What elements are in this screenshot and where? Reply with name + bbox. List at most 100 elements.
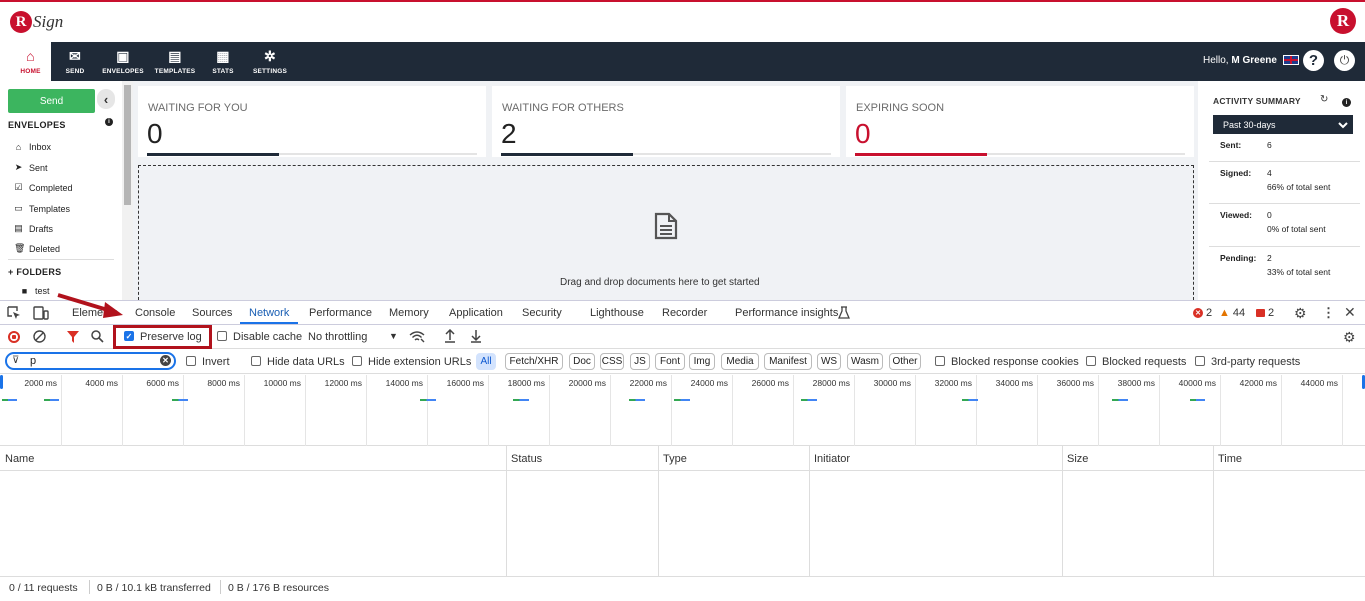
filter-chip-media[interactable]: Media xyxy=(721,353,759,370)
clear-filter-icon[interactable]: ✕ xyxy=(160,355,171,366)
timeline-left-handle[interactable] xyxy=(0,375,3,389)
nav-item-home[interactable]: ⌂ HOME xyxy=(10,42,51,81)
filter-chip-img[interactable]: Img xyxy=(689,353,715,370)
chevron-down-icon[interactable]: ▼ xyxy=(389,331,398,341)
nav-item-envelopes[interactable]: ▣ ENVELOPES xyxy=(100,42,146,81)
chevron-down-icon xyxy=(1338,121,1348,128)
active-tab-indicator xyxy=(240,322,298,324)
search-icon[interactable] xyxy=(91,330,104,343)
column-header-size[interactable]: Size xyxy=(1067,453,1088,465)
activity-row: Sent: 6 xyxy=(1209,134,1360,162)
timeline-tick-label: 20000 ms xyxy=(568,378,606,388)
filter-chip-all[interactable]: All xyxy=(476,353,496,370)
sidebar-item-drafts[interactable]: ▤ Drafts xyxy=(14,223,53,234)
tab-recorder[interactable]: Recorder xyxy=(662,307,707,319)
filter-chip-css[interactable]: CSS xyxy=(600,353,624,370)
error-count[interactable]: ✕ 2 xyxy=(1193,307,1212,319)
tab-application[interactable]: Application xyxy=(449,307,503,319)
logout-icon[interactable]: ⏻ xyxy=(1334,50,1355,71)
blocked-cookies-checkbox[interactable] xyxy=(935,356,945,366)
third-party-checkbox[interactable] xyxy=(1195,356,1205,366)
network-settings-gear-icon[interactable]: ⚙ xyxy=(1343,329,1356,346)
network-conditions-icon[interactable] xyxy=(409,330,425,343)
filter-input-value[interactable]: p xyxy=(30,355,36,367)
sidebar-item-inbox[interactable]: ⌂ Inbox xyxy=(14,142,51,152)
tab-performance[interactable]: Performance xyxy=(309,307,372,319)
device-toolbar-icon[interactable] xyxy=(33,306,49,320)
filter-chip-doc[interactable]: Doc xyxy=(569,353,595,370)
nav-item-settings[interactable]: ✲ SETTINGS xyxy=(250,42,290,81)
uk-flag-icon[interactable] xyxy=(1283,55,1299,65)
hide-data-urls-checkbox[interactable] xyxy=(251,356,261,366)
tab-sources[interactable]: Sources xyxy=(192,307,232,319)
tab-security[interactable]: Security xyxy=(522,307,562,319)
column-header-type[interactable]: Type xyxy=(663,453,687,465)
filter-icon[interactable] xyxy=(67,331,79,343)
tab-memory[interactable]: Memory xyxy=(389,307,429,319)
more-options-icon[interactable]: ⋮ xyxy=(1322,305,1335,321)
blocked-requests-checkbox[interactable] xyxy=(1086,356,1096,366)
folders-heading[interactable]: + FOLDERS xyxy=(8,267,61,277)
disable-cache-checkbox[interactable] xyxy=(217,331,227,341)
sidebar-item-icon: ▭ xyxy=(14,203,23,213)
folder-item-test[interactable]: ■ test xyxy=(20,286,50,296)
rsign-logo[interactable]: R Sign xyxy=(10,5,63,39)
stat-card-title: EXPIRING SOON xyxy=(856,102,945,114)
record-stop-icon[interactable] xyxy=(8,331,20,343)
scrollbar-thumb[interactable] xyxy=(124,85,131,205)
inspect-element-icon[interactable] xyxy=(7,306,21,320)
column-header-status[interactable]: Status xyxy=(511,453,542,465)
help-icon[interactable]: ? xyxy=(1303,50,1324,71)
throttling-select[interactable]: No throttling xyxy=(308,331,367,343)
stat-card[interactable]: EXPIRING SOON 0 xyxy=(846,86,1194,157)
filter-chip-other[interactable]: Other xyxy=(889,353,921,370)
tab-performance-insights[interactable]: Performance insights xyxy=(735,307,838,319)
collapse-sidebar-button[interactable]: ‹ xyxy=(97,89,115,109)
sidebar-item-label: Deleted xyxy=(29,243,61,254)
nav-item-label: SEND xyxy=(65,67,85,75)
nav-item-stats[interactable]: ▦ STATS xyxy=(205,42,241,81)
activity-row: Viewed: 0 0% of total sent xyxy=(1209,204,1360,247)
send-button[interactable]: Send xyxy=(8,89,95,113)
column-header-time[interactable]: Time xyxy=(1218,453,1242,465)
tab-console[interactable]: Console xyxy=(135,307,175,319)
greeting-text: Hello, xyxy=(1203,55,1229,66)
stat-card[interactable]: WAITING FOR YOU 0 xyxy=(138,86,486,157)
column-header-initiator[interactable]: Initiator xyxy=(814,453,850,465)
warning-count[interactable]: ▲ 44 xyxy=(1219,307,1245,319)
info-icon[interactable]: i xyxy=(105,118,113,126)
import-har-icon[interactable] xyxy=(444,329,456,343)
hide-extension-urls-checkbox[interactable] xyxy=(352,356,362,366)
export-har-icon[interactable] xyxy=(470,329,482,343)
nav-item-templates[interactable]: ▤ TEMPLATES xyxy=(152,42,198,81)
refresh-icon[interactable]: ↻ xyxy=(1320,94,1328,105)
column-divider xyxy=(506,446,507,576)
column-header-name[interactable]: Name xyxy=(5,453,34,465)
sidebar-item-sent[interactable]: ➤ Sent xyxy=(14,162,48,173)
issues-count[interactable]: 2 xyxy=(1256,307,1274,319)
timeline-tick-label: 28000 ms xyxy=(812,378,850,388)
tab-network[interactable]: Network xyxy=(249,307,289,319)
filter-chip-manifest[interactable]: Manifest xyxy=(764,353,812,370)
top-accent-line xyxy=(0,0,1365,2)
sidebar-item-templates[interactable]: ▭ Templates xyxy=(14,203,70,214)
activity-row-sub: 66% of total sent xyxy=(1267,182,1331,192)
close-devtools-icon[interactable]: ✕ xyxy=(1344,304,1356,321)
settings-gear-icon[interactable]: ⚙ xyxy=(1294,305,1307,322)
filter-chip-fetch-xhr[interactable]: Fetch/XHR xyxy=(505,353,563,370)
sidebar-item-completed[interactable]: ☑ Completed xyxy=(14,182,72,193)
stat-card[interactable]: WAITING FOR OTHERS 2 xyxy=(492,86,840,157)
clear-icon[interactable] xyxy=(33,330,46,343)
invert-checkbox[interactable] xyxy=(186,356,196,366)
tab-lighthouse[interactable]: Lighthouse xyxy=(590,307,644,319)
period-select[interactable]: Past 30-days xyxy=(1213,115,1353,134)
filter-chip-wasm[interactable]: Wasm xyxy=(847,353,883,370)
nav-item-send[interactable]: ✉ SEND xyxy=(55,42,95,81)
sidebar-item-deleted[interactable]: 🗑 Deleted xyxy=(14,243,60,254)
filter-chip-js[interactable]: JS xyxy=(630,353,650,370)
column-divider xyxy=(1213,446,1214,576)
issues-icon xyxy=(1256,309,1265,317)
info-icon[interactable]: i xyxy=(1342,98,1351,107)
filter-chip-ws[interactable]: WS xyxy=(817,353,841,370)
filter-chip-font[interactable]: Font xyxy=(655,353,685,370)
